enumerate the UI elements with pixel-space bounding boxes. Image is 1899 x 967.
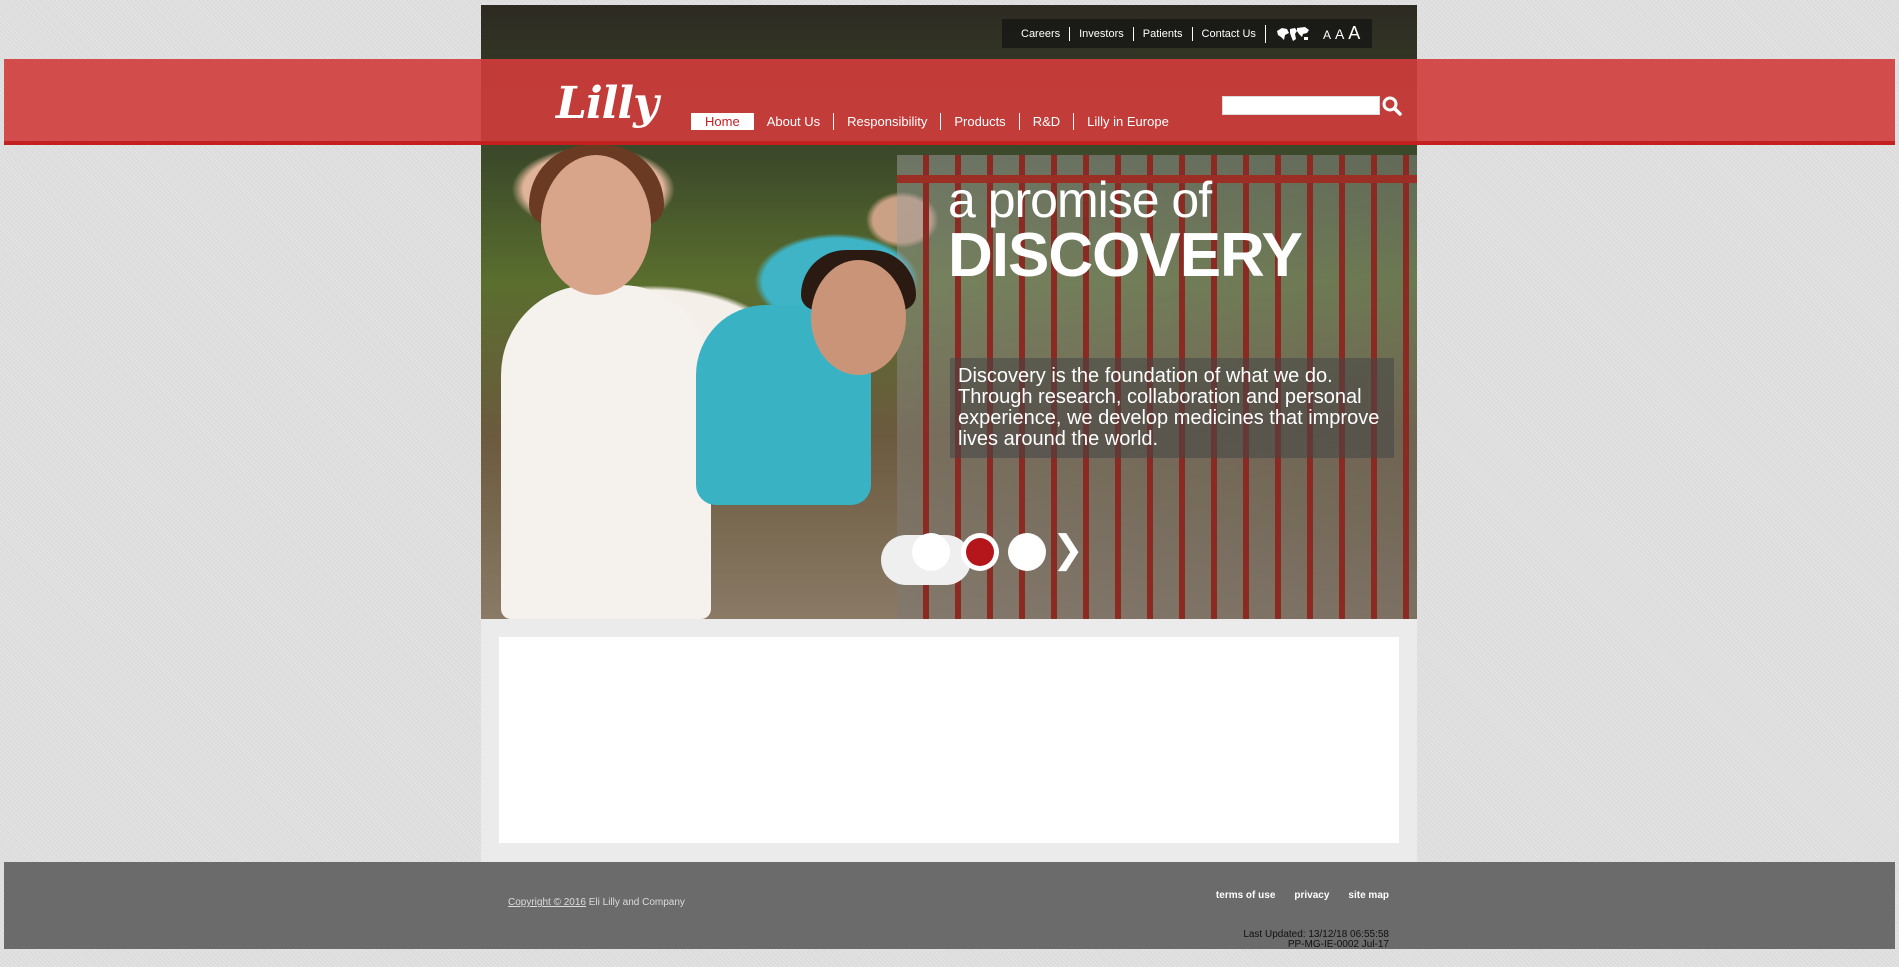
link-patients[interactable]: Patients (1132, 26, 1192, 41)
headline-line-2: DISCOVERY (948, 221, 1303, 290)
footer-links: terms of use privacy site map (1216, 890, 1389, 901)
hero-headline: a promise of DISCOVERY (948, 172, 1303, 290)
nav-rd[interactable]: R&D (1018, 113, 1073, 130)
nav-products[interactable]: Products (940, 113, 1018, 130)
person-face (811, 260, 906, 375)
page: { "utility": { "links": ["Careers", "Inv… (0, 0, 1899, 967)
footer (4, 862, 1895, 949)
text-size-large[interactable]: A (1348, 23, 1360, 44)
search-input[interactable] (1222, 96, 1380, 115)
content-panel (499, 637, 1399, 843)
link-terms-of-use[interactable]: terms of use (1216, 890, 1275, 901)
nav-home[interactable]: Home (691, 113, 754, 130)
slide-dot-1[interactable] (912, 533, 950, 571)
last-updated: Last Updated: 13/12/18 06:55:58 PP-MG-IE… (1243, 930, 1389, 950)
text-size-medium[interactable]: A (1335, 26, 1344, 42)
chevron-right-icon[interactable]: ❯ (1052, 530, 1084, 570)
nav-about-us[interactable]: About Us (754, 113, 833, 130)
hero-caption: Discovery is the foundation of what we d… (950, 358, 1394, 458)
slide-dot-2-active[interactable] (961, 533, 999, 571)
copyright-link[interactable]: Copyright © 2016 (508, 897, 586, 908)
page-code: PP-MG-IE-0002 Jul-17 (1287, 939, 1389, 950)
copyright: Copyright © 2016 Eli Lilly and Company (508, 897, 685, 908)
link-site-map[interactable]: site map (1348, 890, 1389, 901)
link-careers[interactable]: Careers (1002, 27, 1069, 41)
person-face (541, 155, 651, 295)
lilly-logo[interactable]: Lilly (556, 78, 659, 129)
link-privacy[interactable]: privacy (1294, 890, 1329, 901)
search-icon[interactable] (1381, 95, 1403, 117)
link-investors[interactable]: Investors (1069, 26, 1133, 41)
text-size-controls: A A A (1319, 23, 1360, 44)
link-contact-us[interactable]: Contact Us (1191, 26, 1265, 41)
slide-dot-3[interactable] (1008, 533, 1046, 571)
nav-lilly-in-europe[interactable]: Lilly in Europe (1073, 113, 1182, 130)
world-map-icon[interactable] (1264, 24, 1319, 43)
copyright-text: Eli Lilly and Company (585, 897, 685, 908)
nav-responsibility[interactable]: Responsibility (833, 113, 940, 130)
person-white-shirt (501, 285, 711, 619)
main-nav: Home About Us Responsibility Products R&… (691, 113, 1182, 130)
header-band (4, 59, 1895, 145)
utility-bar: Careers Investors Patients Contact Us A … (1002, 19, 1372, 48)
headline-line-1: a promise of (948, 172, 1212, 228)
text-size-small[interactable]: A (1323, 28, 1331, 42)
